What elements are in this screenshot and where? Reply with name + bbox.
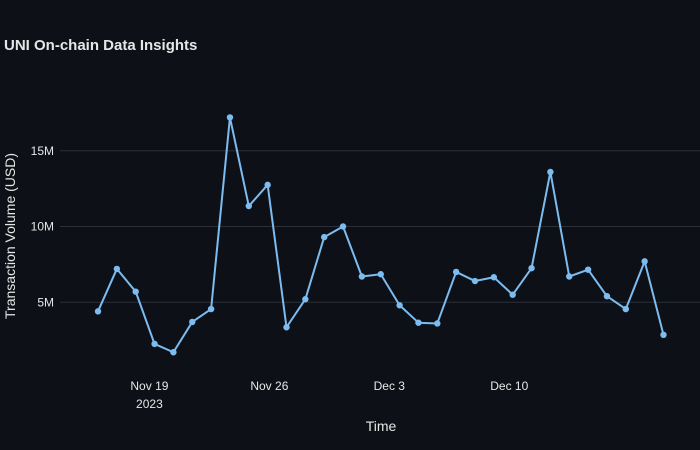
chart-container: UNI On-chain Data Insights 5M 10M 15M Nov … <box>0 0 700 450</box>
x-tick-label: Nov 19 <box>130 379 168 393</box>
x-axis-title: Time <box>366 418 397 434</box>
y-tick-label: 5M <box>37 295 54 309</box>
data-point <box>170 349 177 356</box>
data-point <box>302 296 309 303</box>
y-axis-title: Transaction Volume (USD) <box>2 153 18 319</box>
data-point <box>603 292 611 300</box>
data-point <box>528 264 535 272</box>
data-point <box>584 266 592 273</box>
data-point <box>641 258 648 265</box>
x-tick-label: Nov 26 <box>250 379 288 393</box>
data-point <box>321 233 328 241</box>
y-tick-label: 15M <box>31 144 54 158</box>
x-tick-label: Dec 3 <box>374 379 406 393</box>
x-axis-ticks: Nov 19 2023 Nov 26 Dec 3 Dec 10 <box>130 379 528 411</box>
data-point <box>415 319 422 326</box>
y-axis-ticks: 5M 10M 15M <box>31 144 54 310</box>
data-point <box>189 318 196 326</box>
x-tick-sublabel: 2023 <box>136 397 163 411</box>
data-point <box>339 223 347 230</box>
data-point <box>207 305 215 313</box>
line-chart: UNI On-chain Data Insights 5M 10M 15M Nov … <box>2 37 700 434</box>
data-point <box>226 114 234 121</box>
data-point <box>660 331 667 339</box>
x-tick-label: Dec 10 <box>490 379 528 393</box>
data-point <box>452 268 460 276</box>
series-line <box>97 116 665 354</box>
data-point <box>245 202 252 210</box>
data-point <box>490 274 498 281</box>
data-point <box>358 273 366 280</box>
chart-title: UNI On-chain Data Insights <box>4 37 197 54</box>
data-point <box>547 168 554 176</box>
data-point <box>471 277 479 285</box>
data-point <box>264 181 271 189</box>
data-point <box>434 320 441 327</box>
data-point <box>113 265 121 273</box>
data-point <box>396 302 403 309</box>
grid-lines <box>60 150 700 303</box>
data-point <box>377 271 384 278</box>
y-tick-label: 10M <box>31 220 54 234</box>
data-point <box>622 305 629 313</box>
data-point <box>151 340 158 348</box>
data-point <box>132 288 139 295</box>
data-point <box>283 324 290 331</box>
data-point <box>509 291 516 298</box>
data-point <box>566 273 573 280</box>
data-point <box>94 308 102 315</box>
